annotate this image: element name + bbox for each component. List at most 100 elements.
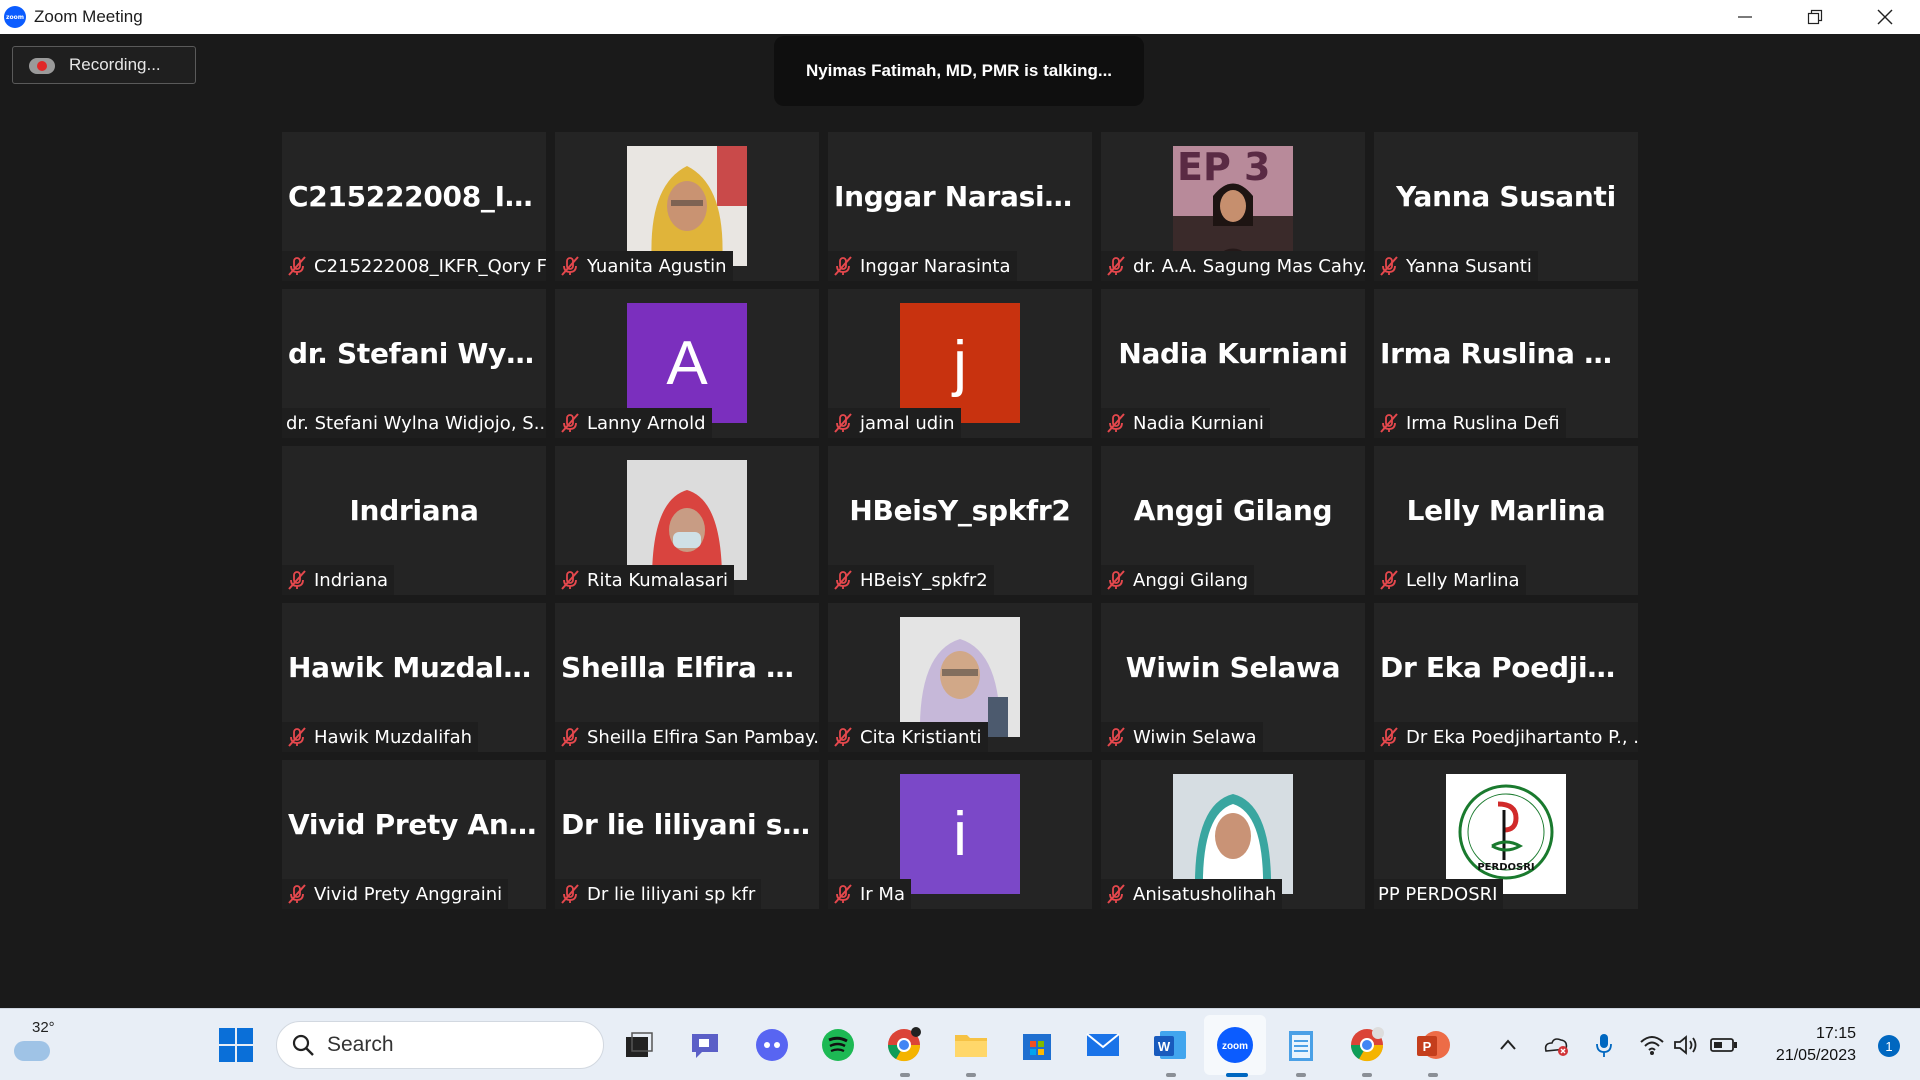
participant-tile[interactable]: Vivid Prety Ang... Vivid Prety Anggraini bbox=[282, 760, 546, 909]
restore-button[interactable] bbox=[1780, 0, 1850, 34]
participant-name-label: Dr Eka Poedjihartanto P., ... bbox=[1374, 722, 1638, 752]
mic-muted-icon bbox=[288, 256, 306, 276]
mic-muted-icon bbox=[1107, 727, 1125, 747]
recording-indicator[interactable]: Recording... bbox=[12, 46, 196, 84]
microphone-icon bbox=[1596, 1034, 1612, 1057]
participant-display-name: C215222008_IK... bbox=[288, 180, 546, 213]
title-bar: zoom Zoom Meeting bbox=[0, 0, 1920, 34]
battery-icon bbox=[1710, 1038, 1737, 1052]
notification-badge[interactable]: 1 bbox=[1878, 1035, 1900, 1057]
mic-muted-icon bbox=[834, 884, 852, 904]
start-button[interactable] bbox=[216, 1025, 256, 1065]
mic-muted-icon bbox=[1380, 413, 1398, 433]
participant-name-text: C215222008_IKFR_Qory Fi... bbox=[314, 255, 546, 277]
participant-display-name: Wiwin Selawa bbox=[1125, 651, 1341, 684]
file-explorer-button[interactable] bbox=[951, 1025, 991, 1065]
participant-tile[interactable]: Yuanita Agustin bbox=[555, 132, 819, 281]
word-running-indicator bbox=[1166, 1073, 1176, 1077]
participant-tile[interactable]: i Ir Ma bbox=[828, 760, 1092, 909]
participant-tile[interactable]: j jamal udin bbox=[828, 289, 1092, 438]
participant-tile[interactable]: Yanna Susanti Yanna Susanti bbox=[1374, 132, 1638, 281]
participant-tile[interactable]: dr. Stefani Wyln... dr. Stefani Wylna Wid… bbox=[282, 289, 546, 438]
mic-muted-icon bbox=[561, 884, 579, 904]
participant-name-text: Dr Eka Poedjihartanto P., ... bbox=[1406, 726, 1638, 748]
participant-avatar: i bbox=[900, 774, 1020, 894]
participant-tile[interactable]: Inggar Narasinta Inggar Narasinta bbox=[828, 132, 1092, 281]
participant-tile[interactable]: Lelly Marlina Lelly Marlina bbox=[1374, 446, 1638, 595]
participant-tile[interactable]: Anggi Gilang Anggi Gilang bbox=[1101, 446, 1365, 595]
powerpoint-icon: P bbox=[1417, 1031, 1450, 1059]
powerpoint-button[interactable]: P bbox=[1413, 1025, 1453, 1065]
mic-muted-icon bbox=[834, 256, 852, 276]
participant-tile[interactable]: Indriana Indriana bbox=[282, 446, 546, 595]
close-button[interactable] bbox=[1850, 0, 1920, 34]
participant-name-text: dr. A.A. Sagung Mas Cahy... bbox=[1133, 255, 1365, 277]
participant-video bbox=[627, 146, 747, 266]
participant-tile[interactable]: Dr lie liliyani sp... Dr lie liliyani sp … bbox=[555, 760, 819, 909]
close-icon bbox=[1877, 9, 1893, 25]
participant-tile[interactable]: Wiwin Selawa Wiwin Selawa bbox=[1101, 603, 1365, 752]
microsoft-store-button[interactable] bbox=[1017, 1025, 1057, 1065]
svg-text:W: W bbox=[1158, 1039, 1171, 1054]
active-speaker-banner: Nyimas Fatimah, MD, PMR is talking... bbox=[774, 36, 1144, 106]
perdosri-logo: PERDOSRI bbox=[1446, 774, 1566, 894]
mail-button[interactable] bbox=[1083, 1025, 1123, 1065]
volume-tray-button[interactable] bbox=[1672, 1031, 1700, 1059]
task-view-button[interactable] bbox=[618, 1025, 658, 1065]
participant-name-text: Dr lie liliyani sp kfr bbox=[587, 883, 756, 905]
notepad-button[interactable] bbox=[1281, 1025, 1321, 1065]
search-icon bbox=[292, 1034, 314, 1056]
zoom-taskbar-button[interactable]: zoom bbox=[1215, 1025, 1255, 1065]
restore-icon bbox=[1807, 9, 1823, 25]
cloud-recording-icon bbox=[29, 56, 55, 74]
participant-name-label: Lelly Marlina bbox=[1374, 565, 1526, 595]
notepad-running-indicator bbox=[1296, 1073, 1306, 1077]
spotify-button[interactable] bbox=[818, 1025, 858, 1065]
participant-tile[interactable]: Hawik Muzdalif... Hawik Muzdalifah bbox=[282, 603, 546, 752]
weather-widget[interactable]: 32° bbox=[12, 1019, 62, 1069]
participant-name-text: jamal udin bbox=[860, 412, 955, 434]
taskbar-search[interactable]: Search bbox=[276, 1021, 604, 1069]
battery-tray-button[interactable] bbox=[1710, 1031, 1738, 1059]
participant-tile[interactable]: HBeisY_spkfr2 HBeisY_spkfr2 bbox=[828, 446, 1092, 595]
clock[interactable]: 17:15 21/05/2023 bbox=[1776, 1023, 1856, 1067]
participant-tile[interactable]: Anisatusholihah bbox=[1101, 760, 1365, 909]
participant-tile[interactable]: C215222008_IK... C215222008_IKFR_Qory Fi.… bbox=[282, 132, 546, 281]
chrome-profile-button[interactable] bbox=[1347, 1025, 1387, 1065]
onedrive-tray-button[interactable] bbox=[1542, 1031, 1570, 1059]
participant-name-label: Anisatusholihah bbox=[1101, 879, 1283, 909]
participant-display-name: Sheilla Elfira Sa... bbox=[561, 651, 819, 684]
chrome-profile-running-indicator bbox=[1362, 1073, 1372, 1077]
participant-tile[interactable]: PERDOSRI PP PERDOSRI bbox=[1374, 760, 1638, 909]
svg-text:P: P bbox=[1423, 1039, 1432, 1054]
participant-display-name: Dr lie liliyani sp... bbox=[561, 808, 819, 841]
participant-name-label: Yuanita Agustin bbox=[555, 251, 733, 281]
participant-tile[interactable]: Nadia Kurniani Nadia Kurniani bbox=[1101, 289, 1365, 438]
participant-tile[interactable]: Cita Kristianti bbox=[828, 603, 1092, 752]
participant-name-label: HBeisY_spkfr2 bbox=[828, 565, 994, 595]
participant-tile[interactable]: Irma Ruslina Defi Irma Ruslina Defi bbox=[1374, 289, 1638, 438]
gallery-grid: C215222008_IK... C215222008_IKFR_Qory Fi.… bbox=[282, 132, 1638, 909]
chrome-button[interactable] bbox=[884, 1025, 924, 1065]
microphone-tray-button[interactable] bbox=[1590, 1031, 1618, 1059]
mic-muted-icon bbox=[288, 884, 306, 904]
participant-tile[interactable]: Rita Kumalasari bbox=[555, 446, 819, 595]
teams-chat-button[interactable] bbox=[685, 1025, 725, 1065]
word-button[interactable]: W bbox=[1150, 1025, 1190, 1065]
participant-tile[interactable]: EP 3 dr. A.A. Sagung Mas Cahy... bbox=[1101, 132, 1365, 281]
participant-name-text: Anggi Gilang bbox=[1133, 569, 1249, 591]
participant-name-text: Hawik Muzdalifah bbox=[314, 726, 473, 748]
participant-name-label: Rita Kumalasari bbox=[555, 565, 735, 595]
wifi-tray-button[interactable] bbox=[1638, 1031, 1666, 1059]
minimize-button[interactable] bbox=[1710, 0, 1780, 34]
participant-tile[interactable]: A Lanny Arnold bbox=[555, 289, 819, 438]
participant-tile[interactable]: Dr Eka Poedjiha... Dr Eka Poedjihartanto … bbox=[1374, 603, 1638, 752]
participant-tile[interactable]: Sheilla Elfira Sa... Sheilla Elfira San P… bbox=[555, 603, 819, 752]
participant-name-text: Indriana bbox=[314, 569, 389, 591]
participant-display-name: Hawik Muzdalif... bbox=[288, 651, 546, 684]
participant-video bbox=[1173, 774, 1293, 894]
discord-button[interactable] bbox=[752, 1025, 792, 1065]
mic-muted-icon bbox=[1107, 884, 1125, 904]
show-hidden-icons-button[interactable] bbox=[1494, 1031, 1522, 1059]
participant-avatar: j bbox=[900, 303, 1020, 423]
